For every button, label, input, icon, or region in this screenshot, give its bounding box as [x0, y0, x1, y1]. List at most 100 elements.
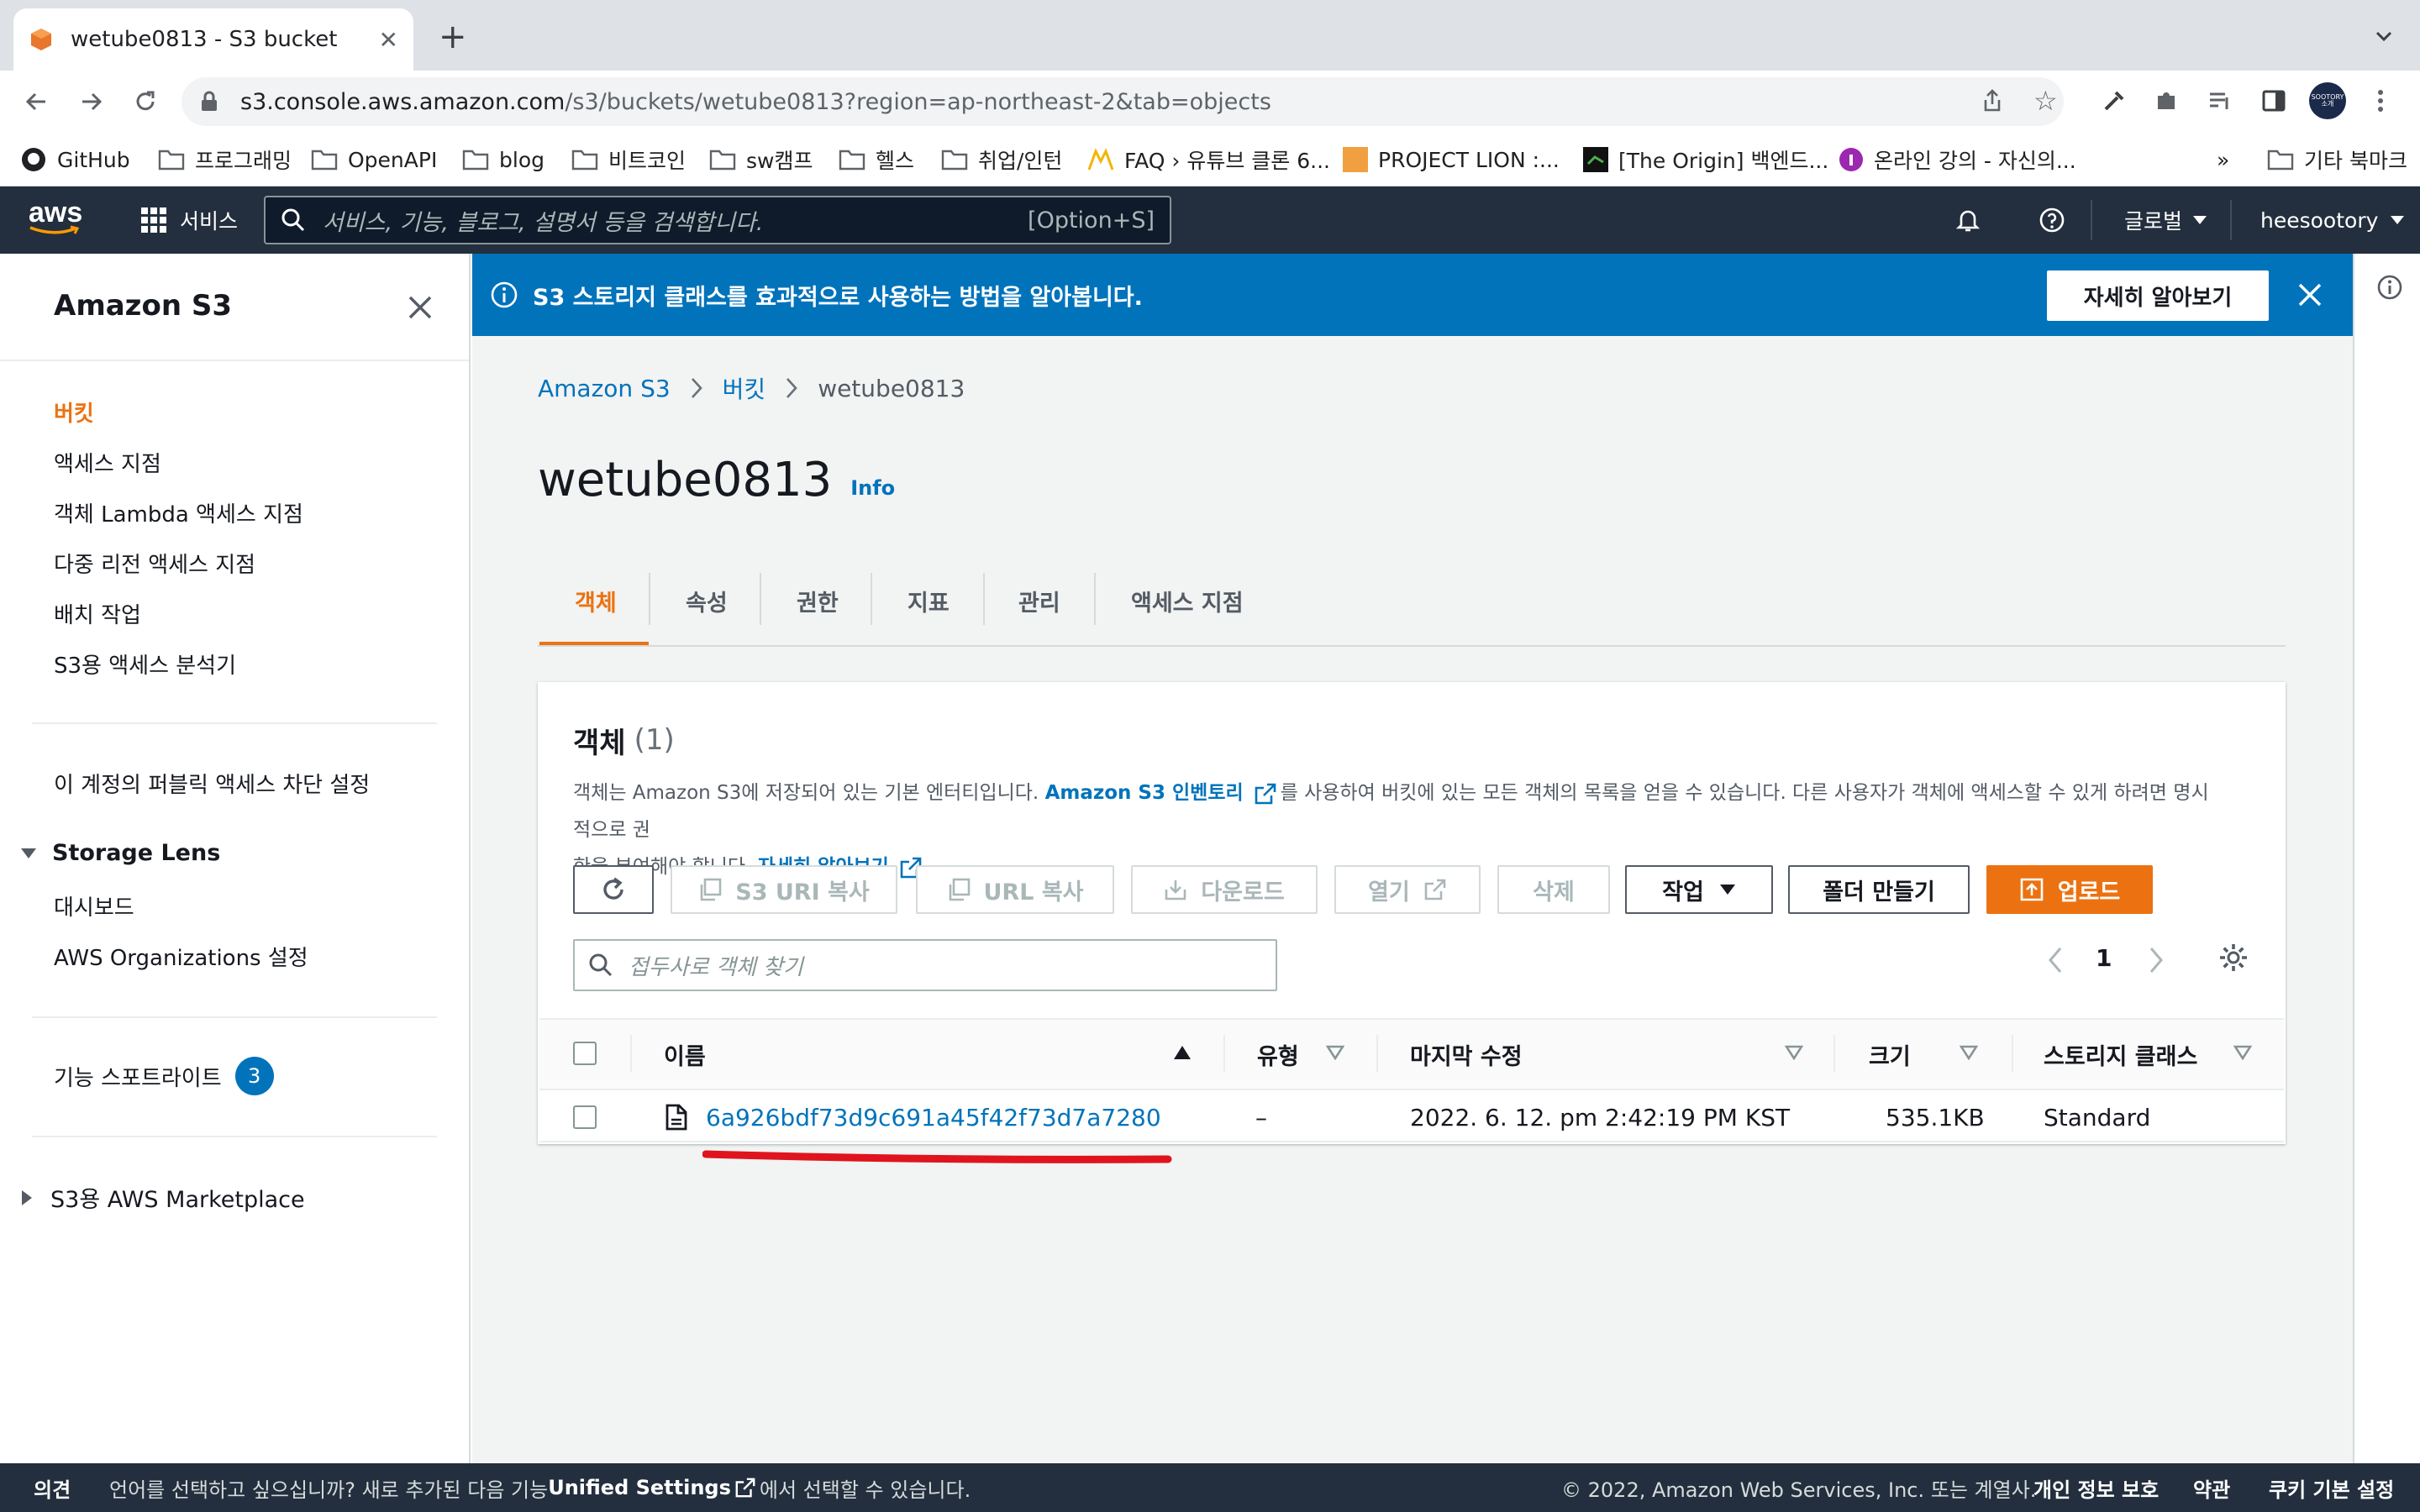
- bookmark-folder[interactable]: sw캠프: [709, 133, 813, 186]
- reading-list-icon[interactable]: [2207, 87, 2233, 114]
- column-header-storage-class[interactable]: 스토리지 클래스: [2044, 1018, 2197, 1090]
- bookmark-folder[interactable]: 비트코인: [571, 133, 686, 186]
- breadcrumb-buckets[interactable]: 버킷: [723, 371, 766, 405]
- sidebar-item-organizations-settings[interactable]: AWS Organizations 설정: [54, 941, 308, 972]
- refresh-button[interactable]: [573, 865, 654, 914]
- side-panel-icon[interactable]: [2260, 87, 2287, 114]
- column-divider: [1223, 1035, 1225, 1072]
- column-header-type[interactable]: 유형: [1257, 1018, 1299, 1090]
- tab-permissions[interactable]: 권한: [797, 554, 839, 647]
- copy-s3-uri-button[interactable]: S3 URI 복사: [671, 865, 897, 914]
- bookmark-folder[interactable]: 프로그래밍: [158, 133, 292, 186]
- region-selector[interactable]: 글로벌: [2124, 202, 2207, 239]
- browser-tab-title: wetube0813 - S3 bucket: [71, 27, 338, 52]
- sidebar-item-feature-spotlight[interactable]: 기능 스포트라이트 3: [54, 1057, 274, 1095]
- sort-ascending-icon[interactable]: [1173, 1045, 1192, 1060]
- bookmark-folder[interactable]: blog: [462, 133, 544, 186]
- upload-button[interactable]: 업로드: [1986, 865, 2153, 914]
- marketplace-section-toggle[interactable]: S3용 AWS Marketplace: [20, 1181, 305, 1214]
- bookmark-star-icon[interactable]: ☆: [2033, 87, 2058, 114]
- bookmark-folder[interactable]: 헬스: [839, 133, 914, 186]
- extensions-puzzle-icon[interactable]: [2153, 87, 2180, 114]
- close-tab-icon[interactable]: ✕: [379, 26, 398, 54]
- sidebar-item-lambda-access-points[interactable]: 객체 Lambda 액세스 지점: [54, 497, 303, 528]
- copy-url-button[interactable]: URL 복사: [916, 865, 1114, 914]
- terms-link[interactable]: 약관: [2193, 1463, 2230, 1512]
- bookmark-online-lecture[interactable]: 온라인 강의 - 자신의...: [1839, 133, 2076, 186]
- browser-menu-icon[interactable]: [2376, 87, 2385, 114]
- back-icon[interactable]: [22, 87, 50, 116]
- info-panel-icon[interactable]: [2376, 274, 2403, 301]
- bookmark-github[interactable]: GitHub: [20, 133, 130, 186]
- sidebar-item-access-analyzer[interactable]: S3용 액세스 분석기: [54, 648, 236, 680]
- bookmark-project-lion[interactable]: PROJECT LION :...: [1343, 133, 1560, 186]
- object-size: 535.1KB: [1886, 1103, 1985, 1131]
- sort-icon[interactable]: [1785, 1045, 1803, 1060]
- unified-settings-link[interactable]: Unified Settings: [548, 1476, 731, 1499]
- tab-metrics[interactable]: 지표: [908, 554, 950, 647]
- close-sidebar-icon[interactable]: [407, 294, 434, 321]
- storage-lens-section-toggle[interactable]: Storage Lens: [20, 840, 220, 866]
- tab-access-points[interactable]: 액세스 지점: [1131, 554, 1244, 647]
- inventory-link[interactable]: Amazon S3 인벤토리: [1045, 782, 1244, 804]
- forward-icon[interactable]: [77, 87, 106, 116]
- account-menu[interactable]: heesootory: [2260, 202, 2405, 239]
- table-settings-gear-icon[interactable]: [2218, 942, 2249, 973]
- object-search-input[interactable]: 접두사로 객체 찾기: [573, 939, 1277, 991]
- tab-properties[interactable]: 속성: [686, 554, 728, 647]
- new-tab-button[interactable]: +: [439, 20, 467, 54]
- page-number[interactable]: 1: [2096, 944, 2112, 972]
- sort-icon[interactable]: [2233, 1045, 2252, 1060]
- sidebar-item-buckets[interactable]: 버킷: [54, 396, 94, 428]
- aws-logo[interactable]: aws: [29, 198, 84, 240]
- services-menu-button[interactable]: 서비스: [139, 202, 238, 239]
- other-bookmarks-folder[interactable]: 기타 북마크: [2267, 133, 2407, 186]
- help-icon[interactable]: [2039, 207, 2065, 234]
- browser-tab[interactable]: wetube0813 - S3 bucket ✕: [13, 8, 413, 71]
- create-folder-button[interactable]: 폴더 만들기: [1788, 865, 1970, 914]
- folder-icon: [158, 149, 185, 171]
- actions-dropdown-button[interactable]: 작업: [1625, 865, 1773, 914]
- profile-avatar[interactable]: SOOTORY 소개: [2309, 82, 2346, 119]
- bookmarks-overflow-button[interactable]: »: [2217, 133, 2229, 186]
- select-all-checkbox[interactable]: [573, 1042, 597, 1065]
- reload-icon[interactable]: [131, 87, 160, 116]
- sidebar-item-dashboards[interactable]: 대시보드: [54, 890, 134, 921]
- banner-learn-more-button[interactable]: 자세히 알아보기: [2047, 270, 2269, 321]
- sort-icon[interactable]: [1960, 1045, 1978, 1060]
- cookie-preferences-link[interactable]: 쿠키 기본 설정: [2269, 1463, 2394, 1512]
- delete-button[interactable]: 삭제: [1497, 865, 1610, 914]
- row-select-checkbox[interactable]: [573, 1105, 597, 1129]
- bookmark-faq[interactable]: FAQ › 유튜브 클론 6...: [1087, 133, 1330, 186]
- aws-search-input[interactable]: 서비스, 기능, 블로그, 설명서 등을 검색합니다. [Option+S]: [264, 196, 1171, 244]
- feedback-button[interactable]: 의견: [34, 1463, 71, 1512]
- dismiss-banner-icon[interactable]: [2297, 282, 2323, 307]
- column-header-name[interactable]: 이름: [664, 1018, 706, 1090]
- download-button[interactable]: 다운로드: [1131, 865, 1318, 914]
- tab-search-icon[interactable]: [2373, 25, 2395, 47]
- sidebar-item-multi-region-access-points[interactable]: 다중 리전 액세스 지점: [54, 548, 255, 579]
- tab-objects[interactable]: 객체: [575, 554, 617, 647]
- next-page-icon[interactable]: [2148, 946, 2165, 974]
- breadcrumb-s3[interactable]: Amazon S3: [538, 375, 671, 402]
- column-header-last-modified[interactable]: 마지막 수정: [1410, 1018, 1523, 1090]
- open-button[interactable]: 열기: [1334, 865, 1481, 914]
- notifications-bell-icon[interactable]: [1954, 207, 1981, 234]
- previous-page-icon[interactable]: [2047, 946, 2064, 974]
- bookmark-folder[interactable]: OpenAPI: [311, 133, 437, 186]
- sidebar-item-batch-operations[interactable]: 배치 작업: [54, 598, 141, 629]
- bookmark-the-origin[interactable]: [The Origin] 백엔드...: [1583, 133, 1828, 186]
- tab-management[interactable]: 관리: [1018, 554, 1060, 647]
- privacy-link[interactable]: 개인 정보 보호: [2033, 1463, 2159, 1512]
- eyedropper-extension-icon[interactable]: [2101, 87, 2128, 114]
- sidebar-item-block-public-access[interactable]: 이 계정의 퍼블릭 액세스 차단 설정: [54, 768, 370, 799]
- sort-icon[interactable]: [1326, 1045, 1344, 1060]
- share-icon[interactable]: [1980, 87, 2005, 114]
- object-name-link[interactable]: 6a926bdf73d9c691a45f42f73d7a7280: [706, 1094, 1161, 1141]
- sidebar-item-access-points[interactable]: 액세스 지점: [54, 447, 161, 478]
- address-bar[interactable]: s3.console.aws.amazon.com/s3/buckets/wet…: [182, 77, 2064, 126]
- tab-separator: [1094, 573, 1096, 625]
- bookmark-folder[interactable]: 취업/인턴: [941, 133, 1062, 186]
- info-link[interactable]: Info: [850, 476, 895, 500]
- column-header-size[interactable]: 크기: [1869, 1018, 1911, 1090]
